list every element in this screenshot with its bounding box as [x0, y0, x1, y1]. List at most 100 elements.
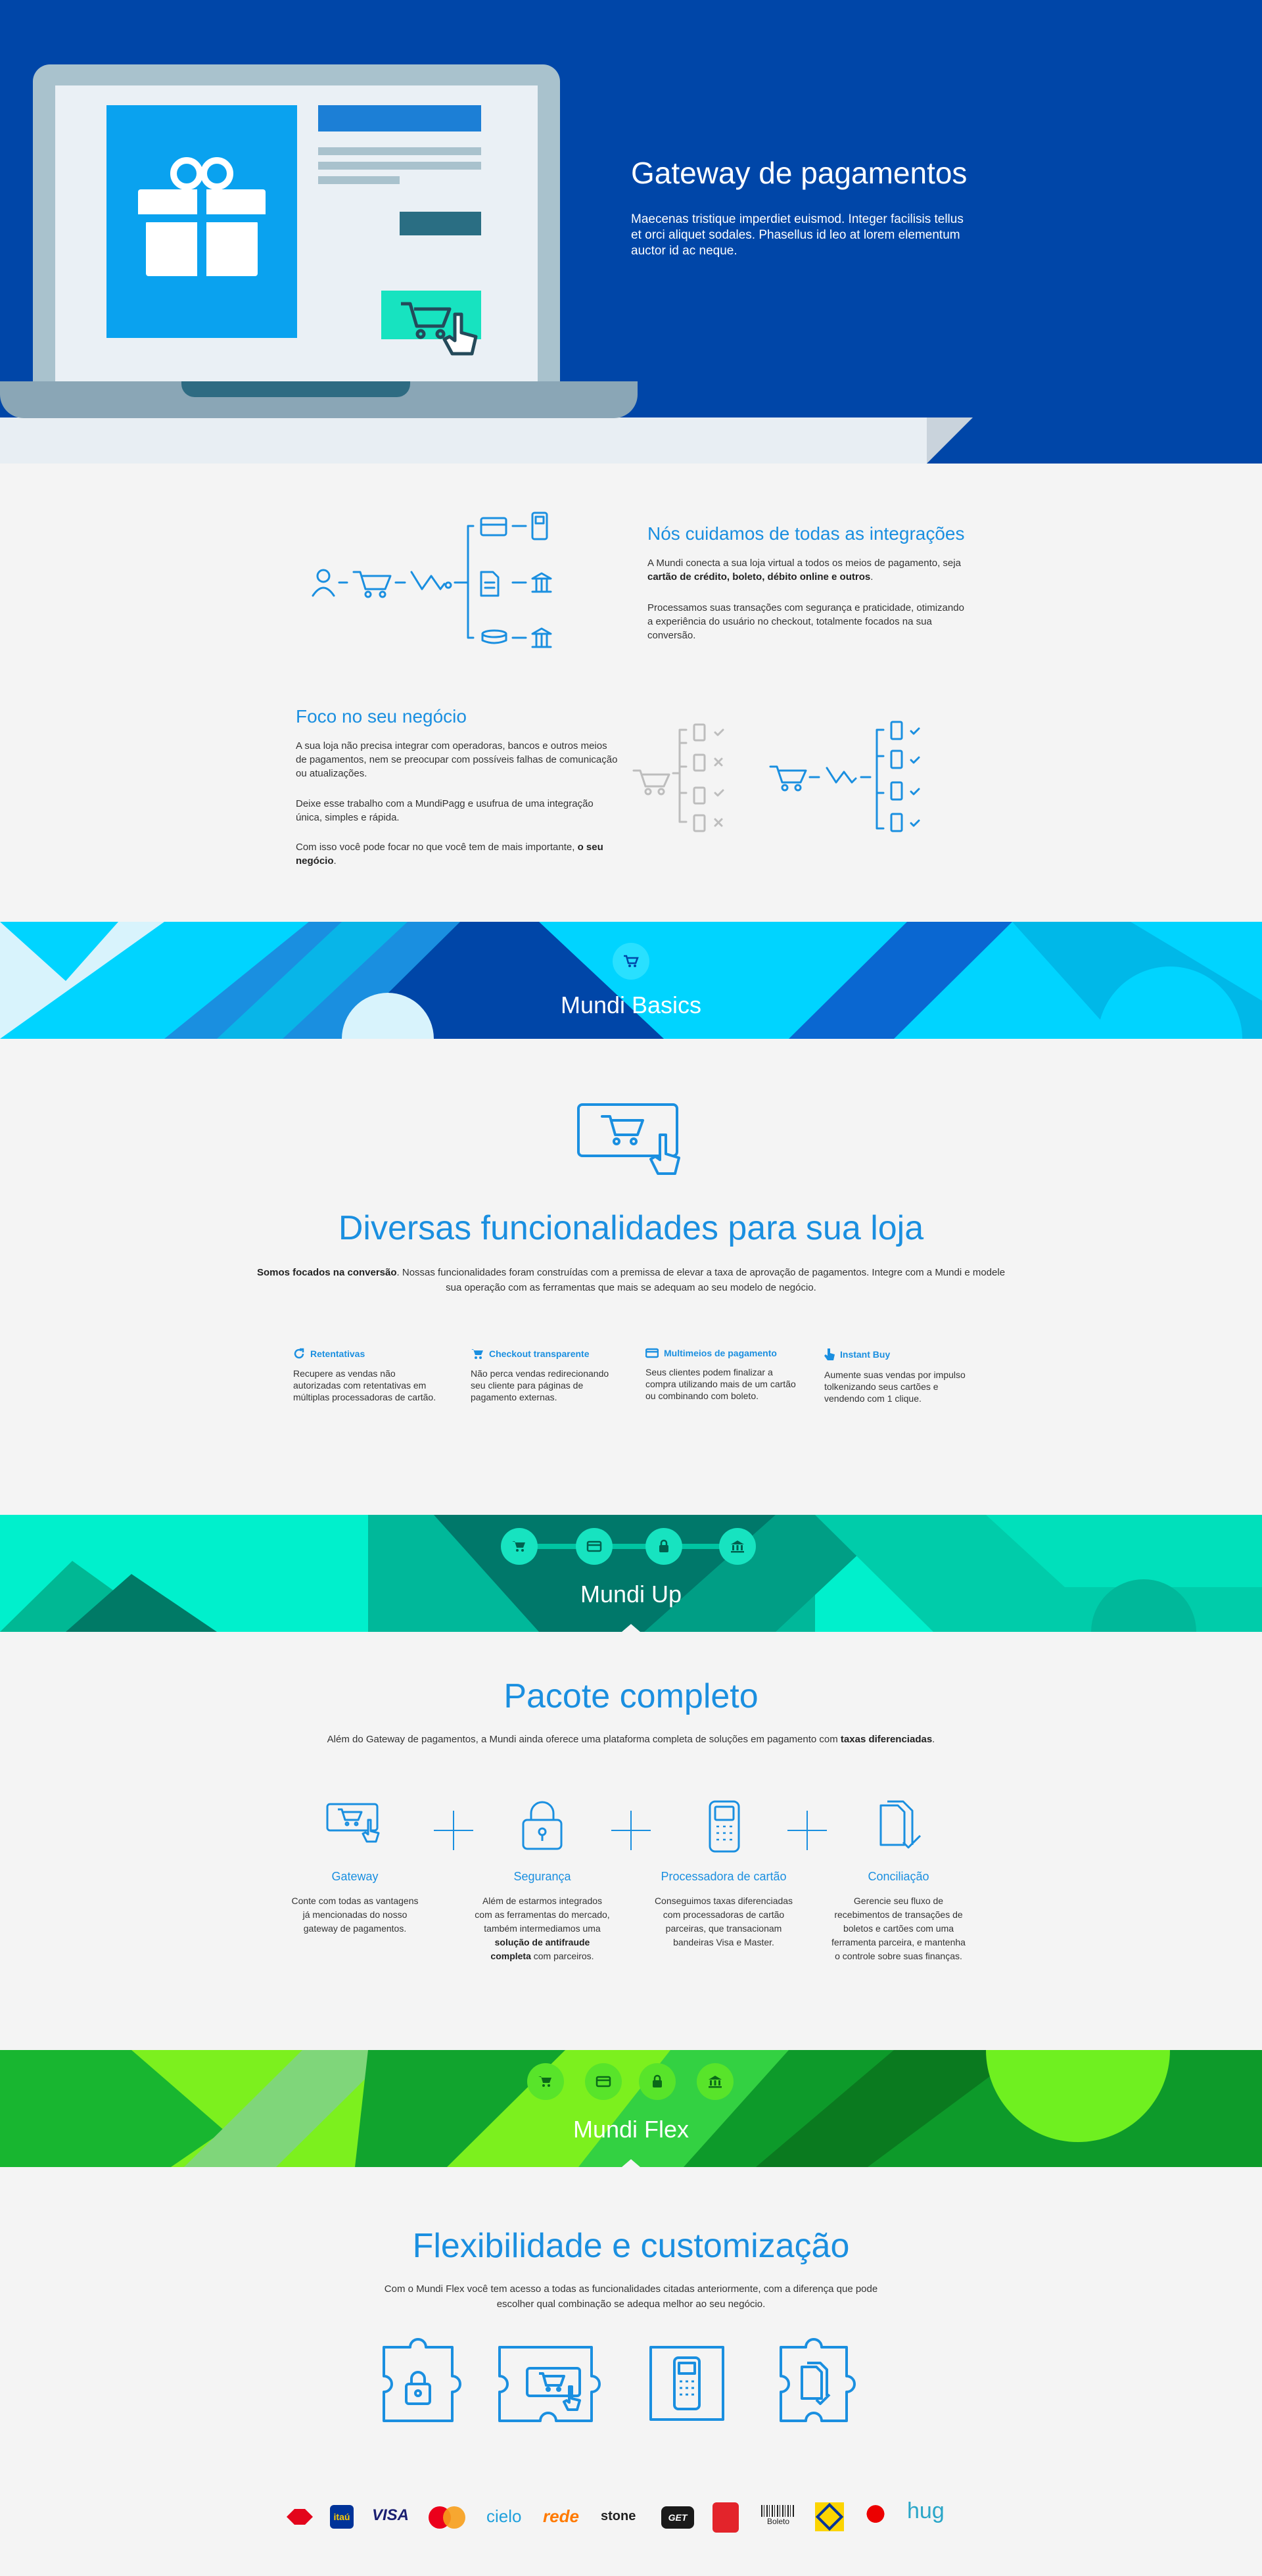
feature-title-text: Multimeios de pagamento — [664, 1348, 777, 1358]
up-description: Além do Gateway de pagamentos, a Mundi a… — [250, 1732, 1012, 1747]
cielo-logo: cielo — [486, 2506, 522, 2526]
santander-style-logo — [713, 2502, 739, 2533]
get-logo: GET — [661, 2506, 694, 2529]
bank-icon — [731, 1540, 744, 1553]
mundi-up-label: Mundi Up — [580, 1581, 682, 1608]
mundi-flex-label: Mundi Flex — [573, 2116, 689, 2143]
text-span: Com isso você pode focar no que você tem… — [296, 842, 578, 853]
gift-panel — [106, 105, 297, 338]
feature-text: Seus clientes podem finalizar a compra u… — [645, 1367, 796, 1401]
text-span: Além do Gateway de pagamentos, a Mundi a… — [327, 1734, 841, 1745]
package-title: Processadora de cartão — [661, 1870, 787, 1883]
screen-line — [318, 147, 481, 155]
package-text: Gerencie seu fluxo de recebimentos de tr… — [831, 1896, 966, 1961]
lock-icon — [522, 1801, 563, 1850]
basics-title: Diversas funcionalidades para sua loja — [338, 1209, 924, 1247]
hero-floor-shadow — [927, 417, 973, 464]
card-icon — [645, 1348, 659, 1358]
feature-text: Recupere as vendas não autorizadas com r… — [293, 1368, 436, 1402]
feature-title: Checkout transparente — [471, 1348, 622, 1360]
text-span: . — [932, 1734, 935, 1745]
cart-screen-click-icon — [577, 1103, 680, 1175]
mastercard-logo — [429, 2506, 465, 2529]
package-title: Segurança — [513, 1870, 571, 1883]
payment-circle-icon — [585, 2063, 622, 2100]
cart-icon — [512, 1541, 525, 1552]
package-text: Conseguimos taxas diferenciadas com proc… — [654, 1896, 793, 1947]
focus-text-1: A sua loja não precisa integrar com oper… — [296, 740, 618, 779]
hero-floor — [0, 417, 927, 464]
lock-circle-icon — [645, 1528, 682, 1565]
plus-icon — [787, 1811, 827, 1850]
flex-title: Flexibilidade e customização — [412, 2227, 850, 2265]
package-title: Conciliação — [868, 1870, 929, 1883]
text-span: . Nossas funcionalidades foram construíd… — [396, 1267, 1006, 1293]
boleto-logo: Boleto — [761, 2505, 795, 2529]
retry-icon — [294, 1348, 304, 1359]
band-pattern — [0, 1515, 1262, 1632]
hsbc-logo — [287, 2509, 313, 2525]
gift-icon — [138, 157, 266, 276]
feature-title-text: Retentativas — [310, 1348, 365, 1359]
payment-icon — [596, 2076, 611, 2087]
mundi-flex-band: Mundi Flex — [0, 2050, 1262, 2167]
basics-description: Somos focados na conversão. Nossas funci… — [250, 1265, 1012, 1295]
mundi-basics-label: Mundi Basics — [560, 991, 702, 1018]
focus-comparison-diagram — [632, 721, 920, 832]
band-pointer — [622, 1624, 640, 1632]
hand-pointer-icon — [824, 1348, 835, 1360]
hero-title: Gateway de pagamentos — [631, 156, 968, 190]
feature-text: Aumente suas vendas por impulso tolkeniz… — [824, 1370, 966, 1404]
bank-circle-icon — [697, 2063, 734, 2100]
lock-icon — [659, 1539, 668, 1552]
up-title: Pacote completo — [503, 1677, 759, 1715]
screen-price-bar — [400, 212, 481, 235]
integrations-text-2: Processamos suas transações com seguranç… — [647, 602, 964, 641]
feature-text: Não perca vendas redirecionando seu clie… — [471, 1368, 609, 1402]
bank-icon — [709, 2076, 722, 2088]
package-gateway: Gateway Conte com todas as vantagens já … — [289, 1870, 421, 1936]
band-pointer — [622, 2159, 640, 2167]
feature-title-text: Checkout transparente — [489, 1348, 590, 1359]
cart-circle-icon — [527, 2063, 564, 2100]
band-pattern — [0, 2050, 1262, 2167]
cart-icon — [624, 955, 639, 967]
rede-logo: rede — [543, 2506, 579, 2526]
cart-icon — [471, 1349, 483, 1359]
package-processadora: Processadora de cartão Conseguimos taxas… — [653, 1870, 794, 1949]
cart-click-icon — [401, 302, 478, 356]
cart-circle-icon — [613, 943, 649, 980]
payment-methods-highlight: cartão de crédito, boleto, débito online… — [647, 571, 871, 583]
feature-title: Instant Buy — [824, 1348, 969, 1361]
hero-description: Maecenas tristique imperdiet euismod. In… — [631, 212, 964, 258]
package-text: Conte com todas as vantagens já menciona… — [291, 1896, 419, 1934]
integrations-title: Nós cuidamos de todas as integrações — [647, 523, 965, 544]
focus-text-3: Com isso você pode focar no que você tem… — [296, 840, 618, 868]
feature-instant-buy: Instant Buy Aumente suas vendas por impu… — [824, 1348, 969, 1404]
feature-multimeios: Multimeios de pagamento Seus clientes po… — [645, 1348, 797, 1402]
package-text: Além de estarmos integrados com as ferra… — [475, 1894, 610, 1963]
text-span: . — [333, 855, 337, 867]
integrations-text-1: A Mundi conecta a sua loja virtual a tod… — [647, 556, 970, 584]
band-pattern — [0, 922, 1262, 1039]
gateway-icon — [326, 1803, 380, 1843]
visa-logo: VISA — [372, 2506, 409, 2524]
icons-connector — [519, 1544, 736, 1549]
puzzle-lock-icon — [383, 2338, 461, 2422]
feature-title: Retentativas — [293, 1348, 444, 1360]
hero-section: Gateway de pagamentos Maecenas tristique… — [0, 0, 1262, 464]
focus-title: Foco no seu negócio — [296, 706, 467, 727]
screen-header-bar — [318, 105, 481, 131]
screen-line — [318, 162, 481, 170]
mundi-up-band: Mundi Up — [0, 1515, 1262, 1632]
text-span: com parceiros. — [530, 1951, 594, 1961]
integrations-diagram — [312, 512, 552, 648]
bank-circle-icon — [719, 1528, 756, 1565]
puzzle-pieces-illustration — [383, 2338, 856, 2422]
stone-logo: stone — [601, 2509, 636, 2523]
rates-highlight: taxas diferenciadas — [840, 1734, 933, 1745]
santander-logo — [862, 2502, 889, 2531]
payment-circle-icon — [576, 1528, 613, 1565]
mundi-basics-band: Mundi Basics — [0, 922, 1262, 1039]
package-title: Gateway — [331, 1870, 379, 1883]
